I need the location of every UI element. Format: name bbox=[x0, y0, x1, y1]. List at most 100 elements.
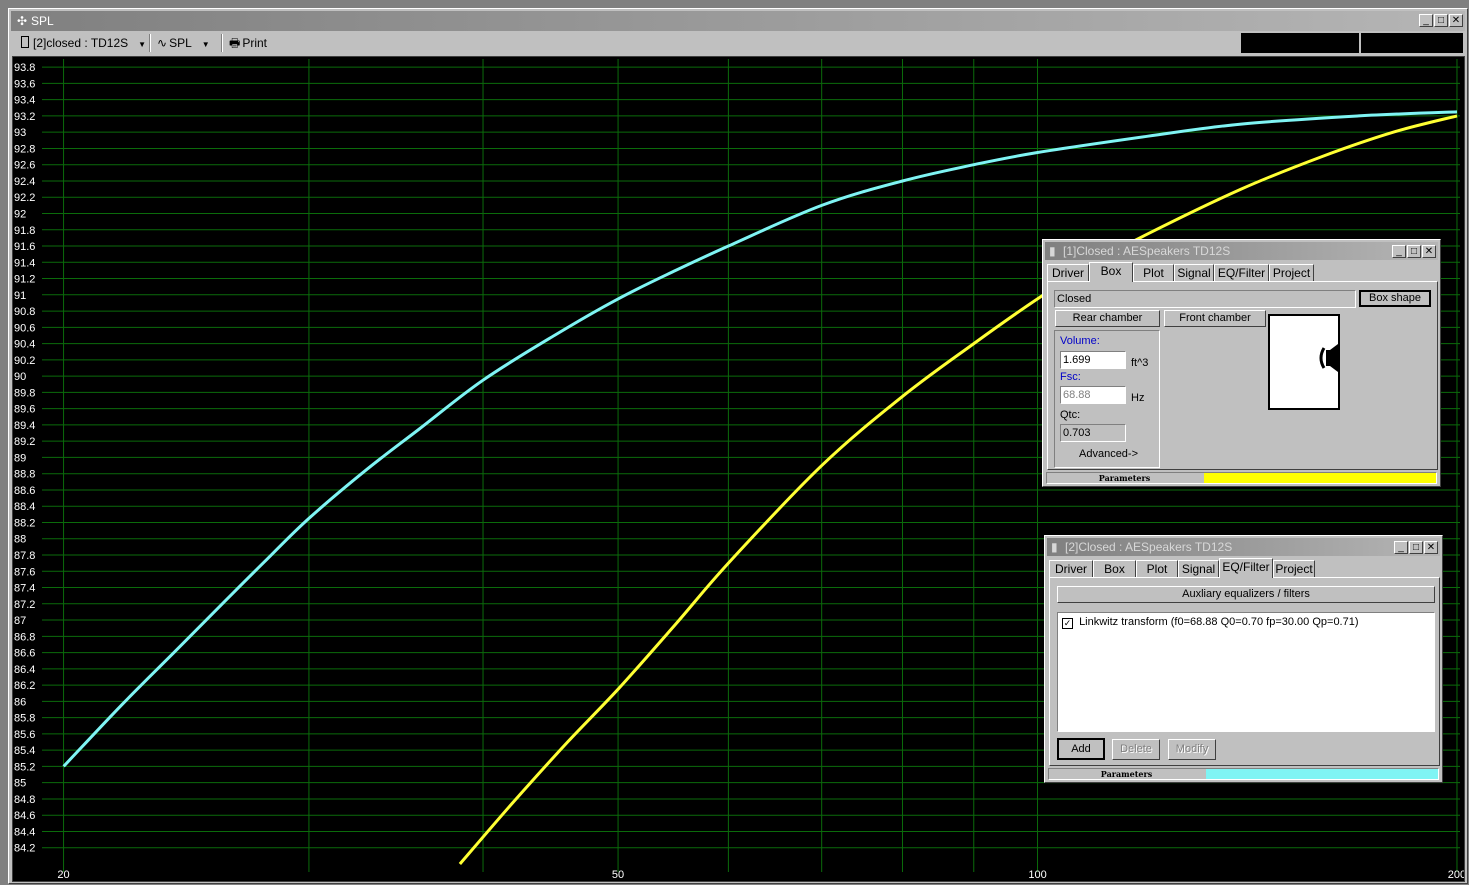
y-tick-label: 91.8 bbox=[14, 225, 35, 237]
maximize-button[interactable]: □ bbox=[1409, 541, 1423, 554]
tab-plot[interactable]: Plot bbox=[1136, 560, 1178, 577]
volume-unit: ft^3 bbox=[1131, 357, 1149, 369]
y-tick-label: 88 bbox=[14, 534, 26, 546]
y-tick-label: 88.2 bbox=[14, 517, 35, 529]
toolbar-separator bbox=[149, 34, 151, 52]
y-tick-label: 88.8 bbox=[14, 469, 35, 481]
parameters-label: Parameters bbox=[1100, 769, 1153, 779]
tab-eq-filter[interactable]: EQ/Filter bbox=[1219, 558, 1273, 578]
y-tick-label: 88.6 bbox=[14, 485, 35, 497]
y-tick-label: 84.4 bbox=[14, 826, 35, 838]
y-tick-label: 87.4 bbox=[14, 583, 35, 595]
x-tick-label: 200 bbox=[1448, 869, 1464, 881]
window-1-title-bar[interactable]: ▮ [1]Closed : AESpeakers TD12S _ □ ✕ bbox=[1045, 242, 1438, 260]
y-tick-label: 89.6 bbox=[14, 404, 35, 416]
minimize-button[interactable]: _ bbox=[1394, 541, 1408, 554]
close-button[interactable]: ✕ bbox=[1424, 541, 1438, 554]
y-tick-label: 89 bbox=[14, 452, 26, 464]
y-tick-label: 90.8 bbox=[14, 306, 35, 318]
volume-label: Volume: bbox=[1060, 335, 1100, 347]
window-2-title: [2]Closed : AESpeakers TD12S bbox=[1065, 540, 1233, 554]
window-1-title: [1]Closed : AESpeakers TD12S bbox=[1063, 244, 1231, 258]
tab-signal[interactable]: Signal bbox=[1174, 264, 1214, 281]
y-tick-label: 93.4 bbox=[14, 95, 35, 107]
y-tick-label: 86 bbox=[14, 696, 26, 708]
tab-project[interactable]: Project bbox=[1273, 560, 1315, 577]
y-tick-label: 87.2 bbox=[14, 599, 35, 611]
y-tick-label: 90 bbox=[14, 371, 26, 383]
y-tick-label: 84.2 bbox=[14, 843, 35, 855]
readout-box-2 bbox=[1361, 33, 1463, 53]
eq-filter-tab-panel: Auxliary equalizers / filters ✓ Linkwitz… bbox=[1049, 577, 1440, 766]
front-chamber-button[interactable]: Front chamber bbox=[1164, 310, 1266, 327]
y-tick-label: 85.6 bbox=[14, 729, 35, 741]
y-tick-label: 89.4 bbox=[14, 420, 35, 432]
y-tick-label: 85.8 bbox=[14, 713, 35, 725]
fsc-unit: Hz bbox=[1131, 392, 1145, 404]
box-shape-preview bbox=[1268, 314, 1340, 410]
minimize-button[interactable]: _ bbox=[1419, 14, 1433, 27]
add-filter-button[interactable]: Add bbox=[1057, 738, 1105, 760]
window-1-color-indicator bbox=[1204, 473, 1436, 483]
spl-title-bar[interactable]: ✣ SPL _ □ ✕ bbox=[11, 11, 1465, 31]
y-tick-label: 89.2 bbox=[14, 436, 35, 448]
window-2-title-bar[interactable]: ▮ [2]Closed : AESpeakers TD12S _ □ ✕ bbox=[1047, 538, 1440, 556]
box-type-field: Closed bbox=[1054, 290, 1356, 308]
box-tab-panel: Closed Box shape Rear chamber Front cham… bbox=[1047, 281, 1438, 470]
delete-filter-button[interactable]: Delete bbox=[1112, 739, 1160, 760]
tab-signal[interactable]: Signal bbox=[1178, 560, 1219, 577]
woofer-icon bbox=[1319, 344, 1338, 372]
filter-enabled-checkbox[interactable]: ✓ bbox=[1062, 618, 1073, 629]
x-tick-label: 100 bbox=[1028, 869, 1046, 881]
tab-box[interactable]: Box bbox=[1089, 262, 1133, 282]
aux-equalizers-header: Auxliary equalizers / filters bbox=[1057, 586, 1435, 603]
tab-plot[interactable]: Plot bbox=[1133, 264, 1174, 281]
y-tick-label: 88.4 bbox=[14, 501, 35, 513]
x-tick-label: 20 bbox=[57, 869, 69, 881]
print-button[interactable]: 🖶 Print bbox=[229, 34, 267, 52]
x-tick-label: 50 bbox=[612, 869, 624, 881]
closed-box-window-1: ▮ [1]Closed : AESpeakers TD12S _ □ ✕ Dri… bbox=[1042, 239, 1441, 487]
tab-project[interactable]: Project bbox=[1269, 264, 1314, 281]
maximize-button[interactable]: □ bbox=[1434, 14, 1448, 27]
y-tick-label: 86.4 bbox=[14, 664, 35, 676]
close-button[interactable]: ✕ bbox=[1449, 14, 1463, 27]
tab-driver[interactable]: Driver bbox=[1049, 560, 1093, 577]
y-tick-label: 92.6 bbox=[14, 160, 35, 172]
window-2-status-bar: Parameters bbox=[1048, 768, 1439, 780]
toolbar-separator bbox=[221, 34, 223, 52]
chamber-parameters-group: Volume: 1.699 ft^3 Fsc: 68.88 Hz Qtc: 0.… bbox=[1054, 330, 1160, 468]
list-item[interactable]: ✓ Linkwitz transform (f0=68.88 Q0=0.70 f… bbox=[1062, 616, 1359, 629]
dropdown-arrow-icon: ▼ bbox=[201, 40, 210, 49]
y-tick-label: 84.8 bbox=[14, 794, 35, 806]
parameters-label: Parameters bbox=[1098, 473, 1151, 483]
minimize-button[interactable]: _ bbox=[1392, 245, 1406, 258]
tab-eq-filter[interactable]: EQ/Filter bbox=[1214, 264, 1269, 281]
qtc-label: Qtc: bbox=[1060, 409, 1081, 421]
volume-input[interactable]: 1.699 bbox=[1060, 351, 1126, 369]
y-tick-label: 86.6 bbox=[14, 648, 35, 660]
y-tick-label: 93.8 bbox=[14, 62, 35, 74]
tab-driver[interactable]: Driver bbox=[1047, 264, 1089, 281]
printer-icon: 🖶 bbox=[229, 36, 241, 50]
filter-list[interactable]: ✓ Linkwitz transform (f0=68.88 Q0=0.70 f… bbox=[1057, 612, 1435, 732]
modify-filter-button[interactable]: Modify bbox=[1168, 739, 1216, 760]
project-select[interactable]: [2]closed : TD12S ▼ bbox=[21, 34, 146, 52]
readout-box-1 bbox=[1241, 33, 1359, 53]
view-select[interactable]: ∿ SPL ▼ bbox=[157, 34, 210, 52]
fsc-label: Fsc: bbox=[1060, 371, 1081, 383]
rear-chamber-button[interactable]: Rear chamber bbox=[1055, 310, 1160, 327]
advanced-button[interactable]: Advanced-> bbox=[1079, 448, 1138, 460]
y-tick-label: 84.6 bbox=[14, 810, 35, 822]
maximize-button[interactable]: □ bbox=[1407, 245, 1421, 258]
crosshair-icon: ✣ bbox=[17, 14, 28, 28]
closed-box-window-2: ▮ [2]Closed : AESpeakers TD12S _ □ ✕ Dri… bbox=[1044, 535, 1443, 783]
y-tick-label: 91 bbox=[14, 290, 26, 302]
close-button[interactable]: ✕ bbox=[1422, 245, 1436, 258]
y-tick-label: 92.2 bbox=[14, 192, 35, 204]
box-shape-button[interactable]: Box shape bbox=[1359, 290, 1431, 307]
y-tick-label: 85 bbox=[14, 778, 26, 790]
y-tick-label: 87 bbox=[14, 615, 26, 627]
tab-box[interactable]: Box bbox=[1093, 560, 1136, 577]
y-tick-label: 87.6 bbox=[14, 566, 35, 578]
